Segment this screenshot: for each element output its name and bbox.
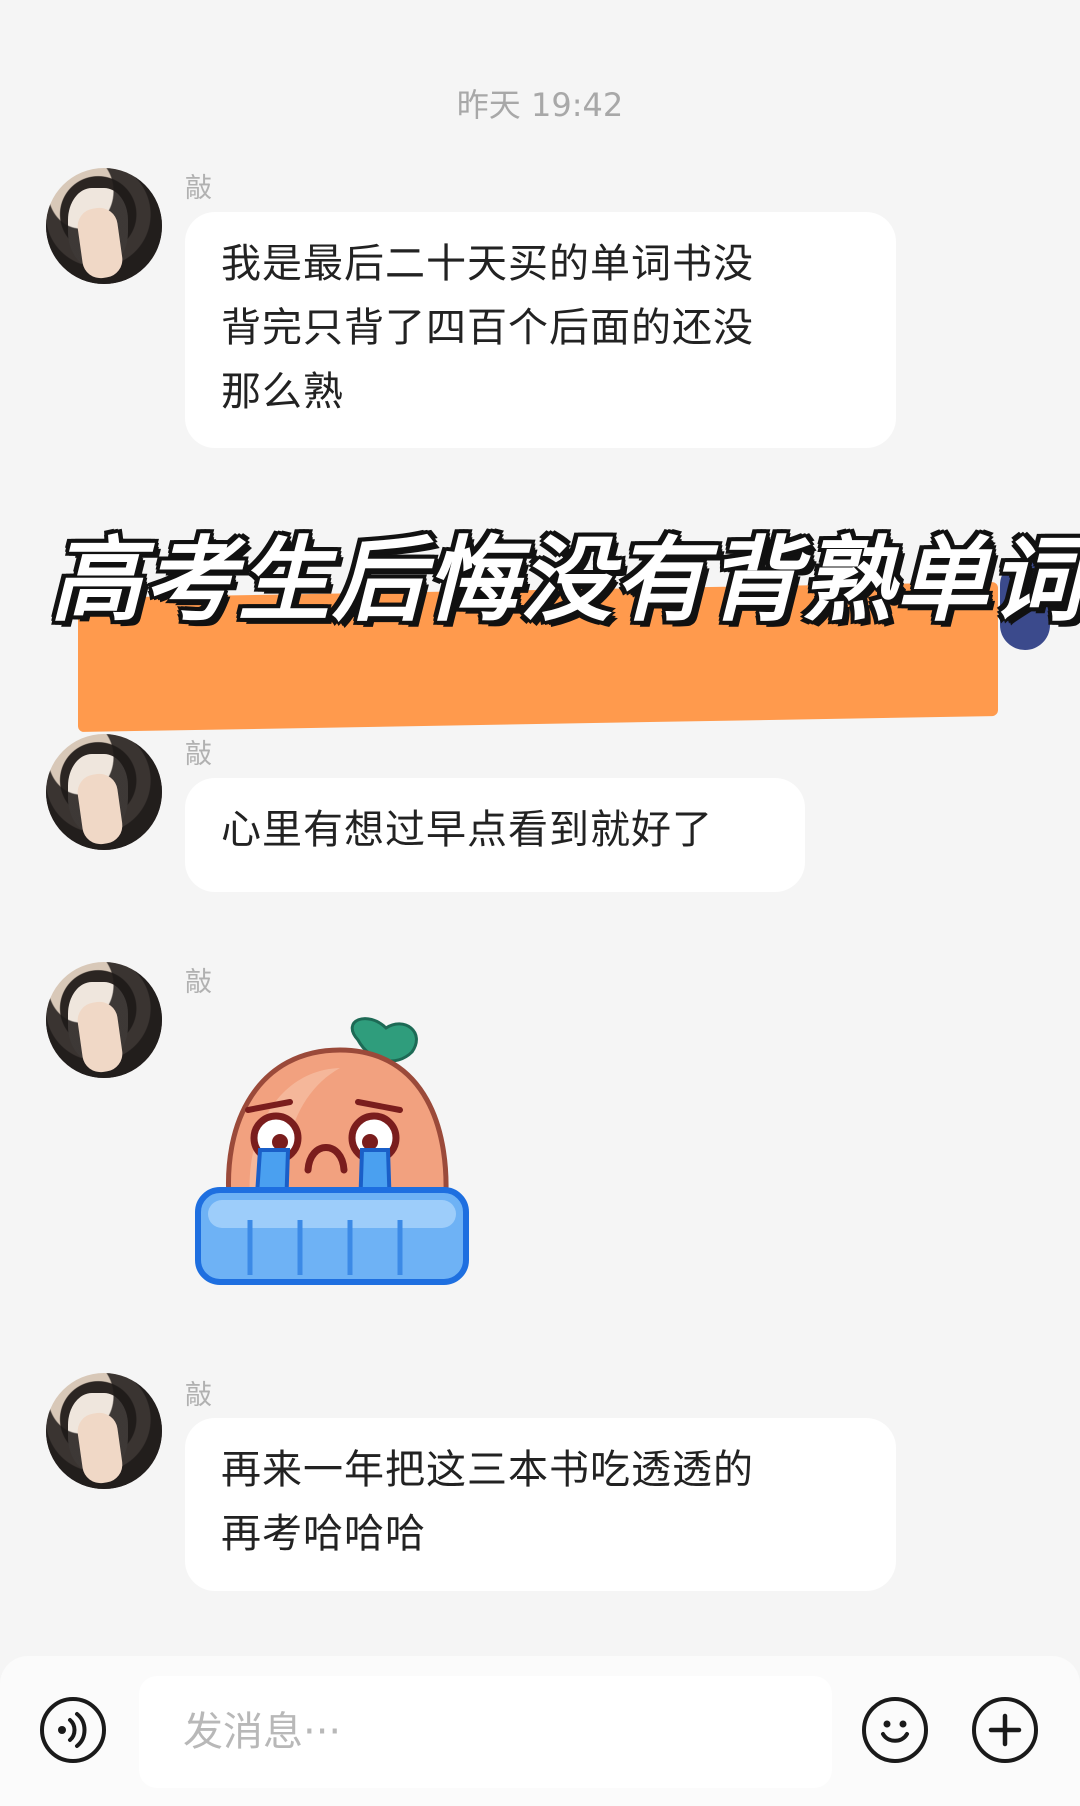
- avatar[interactable]: [46, 1373, 162, 1489]
- sender-name: 敲: [185, 967, 212, 998]
- avatar[interactable]: [46, 168, 162, 284]
- message-bubble[interactable]: 我是最后二十天买的单词书没 背完只背了四百个后面的还没 那么熟: [185, 212, 896, 448]
- message-line: 那么熟: [221, 369, 344, 415]
- sender-name: 敲: [185, 739, 212, 770]
- message-line: 我是最后二十天买的单词书没: [221, 241, 754, 287]
- message-bubble[interactable]: 心里有想过早点看到就好了: [185, 778, 805, 892]
- message-line: 再来一年把这三本书吃透透的: [221, 1447, 754, 1493]
- crying-peach-sticker[interactable]: [190, 1010, 480, 1300]
- avatar[interactable]: [46, 962, 162, 1078]
- chat-timestamp: 昨天 19:42: [456, 86, 624, 124]
- banner-title: 高考生后悔没有背熟单词书: [50, 527, 1080, 634]
- overlay-banner: 高考生后悔没有背熟单词书: [0, 500, 1080, 740]
- message-line: 背完只背了四百个后面的还没: [221, 305, 754, 351]
- message-line: 再考哈哈哈: [221, 1511, 426, 1557]
- message-bubble[interactable]: 再来一年把这三本书吃透透的 再考哈哈哈: [185, 1418, 896, 1591]
- plus-icon[interactable]: [972, 1697, 1038, 1763]
- avatar[interactable]: [46, 734, 162, 850]
- message-input[interactable]: [139, 1676, 832, 1788]
- emoji-icon[interactable]: [862, 1697, 928, 1763]
- voice-icon[interactable]: [40, 1697, 106, 1763]
- sender-name: 敲: [185, 173, 212, 204]
- sender-name: 敲: [185, 1380, 212, 1411]
- message-line: 心里有想过早点看到就好了: [221, 807, 713, 853]
